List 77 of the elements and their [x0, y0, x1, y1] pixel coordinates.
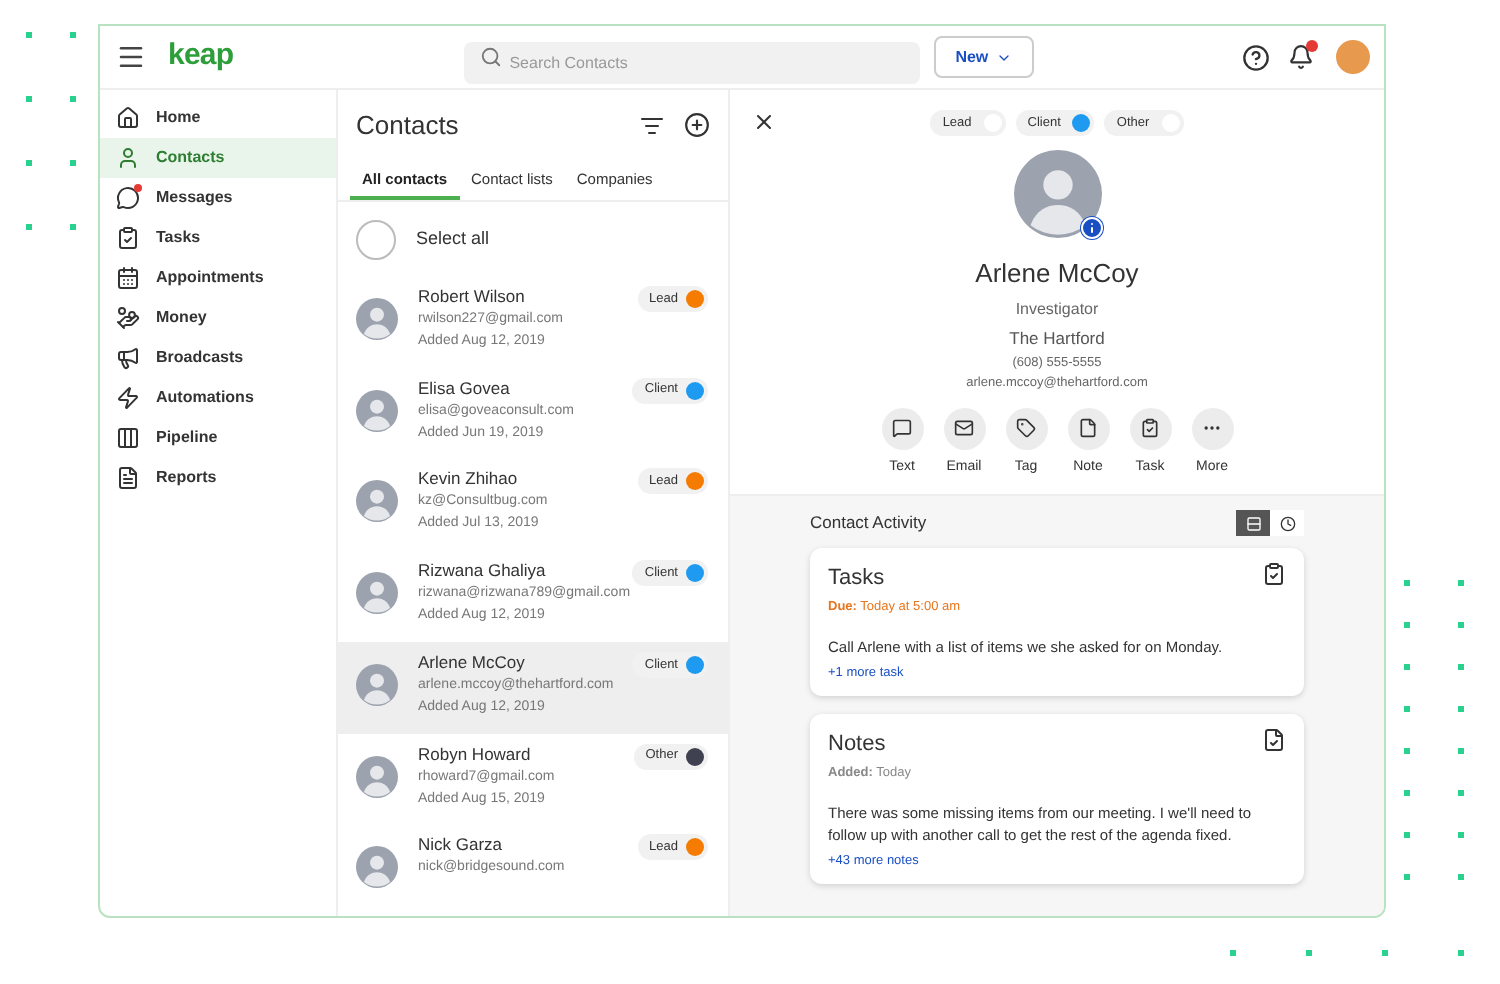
hand-coin-icon [116, 306, 140, 330]
search-field[interactable]: Search Contacts [463, 42, 920, 84]
envelope-icon [954, 418, 974, 439]
info-icon[interactable] [1079, 216, 1103, 240]
sidebar-item[interactable]: Home [100, 98, 336, 138]
list-view-icon [1245, 515, 1261, 532]
sidebar-label: Appointments [156, 266, 264, 290]
card-title: Notes [828, 730, 886, 761]
company-name: The Hartford [1009, 325, 1105, 351]
view-toggle[interactable] [1270, 510, 1304, 537]
avatar-placeholder [356, 663, 398, 706]
sidebar-label: Automations [156, 386, 254, 410]
contact-name: Robyn Howard [418, 743, 533, 766]
sidebar-item[interactable]: Reports [100, 458, 336, 498]
avatar-placeholder [356, 572, 398, 615]
checklist-icon [1140, 418, 1160, 439]
filter-icon[interactable] [640, 113, 664, 138]
menu-icon[interactable] [116, 42, 146, 72]
sidebar-label: Broadcasts [156, 346, 244, 370]
sidebar-item[interactable]: Appointments [100, 258, 336, 298]
view-toggle[interactable] [1236, 510, 1270, 537]
avatar-placeholder [356, 298, 398, 341]
sidebar-item[interactable]: Pipeline [100, 418, 336, 458]
checklist-icon [1262, 562, 1286, 587]
lightning-icon [116, 386, 140, 410]
sidebar-item[interactable]: Broadcasts [100, 338, 336, 378]
chat-bubble-icon [892, 418, 912, 439]
close-icon[interactable] [752, 110, 776, 134]
help-icon[interactable] [1242, 43, 1270, 71]
bell-button[interactable] [1288, 44, 1314, 70]
new-button[interactable]: New [933, 36, 1035, 78]
person-icon [116, 146, 140, 170]
sidebar-label: Home [156, 106, 201, 130]
sidebar-label: Pipeline [156, 426, 218, 450]
calendar-icon [116, 266, 140, 290]
select-all-checkbox[interactable] [356, 219, 396, 260]
panel-title: Contacts [356, 108, 459, 145]
search-icon [479, 46, 502, 68]
contact-name: Robert Wilson [418, 286, 527, 309]
card-title: Tasks [828, 564, 885, 595]
avatar-placeholder [356, 389, 398, 432]
sidebar-label: Messages [156, 186, 233, 210]
checklist-icon [116, 226, 140, 250]
contact-name: Kevin Zhihao [418, 468, 520, 491]
avatar-placeholder [356, 480, 398, 523]
home-icon [116, 106, 140, 130]
contact-name: Nick Garza [418, 834, 505, 857]
sidebar-label: Tasks [156, 226, 201, 250]
sidebar-item[interactable]: Contacts [100, 138, 336, 178]
add-icon[interactable] [684, 112, 710, 139]
sidebar-item[interactable]: Tasks [100, 218, 336, 258]
sidebar-label: Contacts [156, 146, 225, 170]
sidebar-item[interactable]: Money [100, 298, 336, 338]
avatar-placeholder [356, 755, 398, 798]
avatar-placeholder [356, 846, 398, 889]
sidebar-item[interactable]: Messages [100, 178, 336, 218]
job-title: Investigator [1015, 297, 1099, 321]
sidebar-label: Reports [156, 466, 217, 490]
clock-icon [1279, 515, 1295, 532]
contact-name: Elisa Govea [418, 377, 512, 400]
megaphone-icon [116, 346, 140, 370]
avatar-placeholder [1013, 150, 1101, 238]
document-icon [1262, 728, 1286, 753]
chat-bubble-icon [116, 186, 140, 210]
document-icon [1078, 418, 1098, 439]
sidebar-item[interactable]: Automations [100, 378, 336, 418]
section-title: Contact Activity [810, 510, 927, 537]
bell-icon [1288, 44, 1314, 70]
tag-icon [1016, 418, 1036, 439]
columns-icon [116, 426, 140, 450]
document-icon [116, 466, 140, 490]
select-all-label: Select all [416, 225, 490, 252]
contact-name: Rizwana Ghaliya [418, 560, 548, 583]
contact-name: Arlene McCoy [418, 651, 527, 674]
contact-name: Arlene McCoy [975, 256, 1139, 292]
app-logo: keap [168, 36, 234, 77]
sidebar-label: Money [156, 306, 207, 330]
